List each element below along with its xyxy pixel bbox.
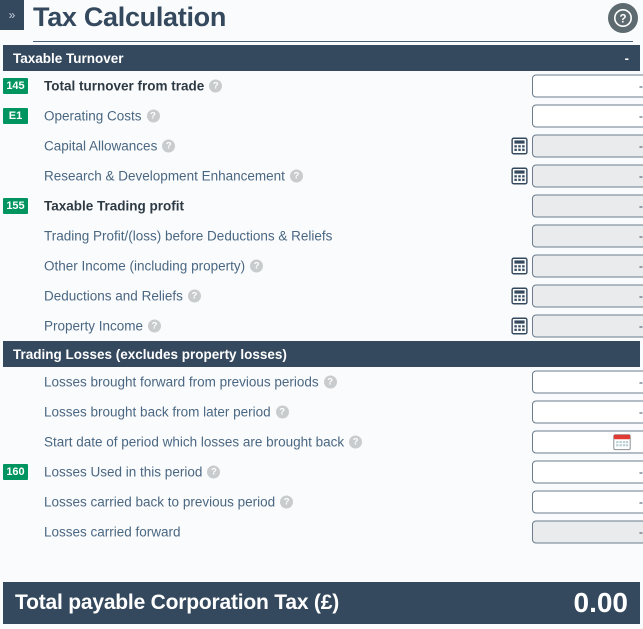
row-label-text: Capital Allowances	[44, 138, 158, 154]
amount-input[interactable]	[532, 370, 643, 394]
section-title: Taxable Turnover	[13, 50, 124, 66]
amount-input	[532, 164, 643, 188]
amount-input	[532, 134, 643, 158]
field-help-icon[interactable]: ?	[207, 465, 221, 479]
form-row: Losses carried back to previous period?	[0, 487, 643, 517]
amount-input	[532, 520, 643, 544]
amount-input	[532, 194, 643, 218]
calculator-icon[interactable]	[511, 257, 528, 275]
row-label-text: Losses Used in this period	[44, 464, 203, 480]
form-row: E1 Operating Costs?	[0, 101, 643, 131]
form-row: 155 Taxable Trading profit	[0, 191, 643, 221]
field-help-icon[interactable]: ?	[275, 405, 289, 419]
field-help-icon[interactable]: ?	[250, 259, 264, 273]
form-row: 160 Losses Used in this period?	[0, 457, 643, 487]
field-help-icon[interactable]: ?	[349, 435, 363, 449]
row-label: Capital Allowances?	[44, 138, 176, 154]
total-bar: Total payable Corporation Tax (£) 0.00	[3, 582, 640, 624]
amount-input[interactable]	[532, 460, 643, 484]
form-row: Research & Development Enhancement?	[0, 161, 643, 191]
field-help-icon[interactable]: ?	[187, 289, 201, 303]
form-row: Trading Profit/(loss) before Deductions …	[0, 221, 643, 251]
row-label-text: Losses carried back to previous period	[44, 494, 276, 510]
row-label-text: Taxable Trading profit	[44, 198, 185, 214]
row-label: Deductions and Reliefs?	[44, 289, 201, 304]
form-sections: Taxable Turnover - 145 Total turnover from …	[0, 45, 643, 547]
row-label: Trading Profit/(loss) before Deductions …	[44, 229, 332, 244]
field-help-icon[interactable]: ?	[148, 319, 162, 333]
amount-input	[532, 284, 643, 308]
row-label-text: Losses brought forward from previous per…	[44, 374, 319, 390]
row-label: Operating Costs?	[44, 109, 160, 124]
box-number-badge: 155	[3, 198, 28, 214]
title-divider	[33, 41, 633, 42]
amount-input[interactable]	[532, 74, 643, 98]
form-row: Losses brought forward from previous per…	[0, 367, 643, 397]
section-collapse-toggle[interactable]: -	[625, 51, 629, 66]
sidebar-expand-button[interactable]: »	[0, 0, 24, 30]
tax-calculation-page: » Tax Calculation ? Taxable Turnover - 145…	[0, 0, 643, 629]
amount-input[interactable]	[532, 400, 643, 424]
total-value: 0.00	[573, 587, 629, 618]
row-label-text: Total turnover from trade	[44, 78, 205, 94]
svg-text:?: ?	[619, 13, 626, 25]
section-header[interactable]: Taxable Turnover -	[3, 45, 640, 71]
form-row: Deductions and Reliefs?	[0, 281, 643, 311]
calendar-icon[interactable]	[613, 433, 631, 451]
calculator-icon[interactable]	[511, 137, 528, 155]
row-label-text: Losses brought back from later period	[44, 404, 271, 420]
section-rows: Losses brought forward from previous per…	[0, 367, 643, 547]
row-label: Start date of period which losses are br…	[44, 434, 363, 450]
amount-input	[532, 224, 643, 248]
field-help-icon[interactable]: ?	[289, 169, 303, 183]
form-row: 145 Total turnover from trade?	[0, 71, 643, 101]
form-row: Property Income?	[0, 311, 643, 341]
box-number-badge: 145	[3, 78, 28, 94]
amount-input	[532, 254, 643, 278]
row-label-text: Research & Development Enhancement	[44, 168, 285, 184]
field-help-icon[interactable]: ?	[323, 375, 337, 389]
calculator-icon[interactable]	[511, 317, 528, 335]
row-label-text: Losses carried forward	[44, 524, 181, 540]
row-label: Research & Development Enhancement?	[44, 169, 303, 184]
row-label: Property Income?	[44, 318, 162, 334]
form-row: Other Income (including property)?	[0, 251, 643, 281]
field-help-icon[interactable]: ?	[162, 139, 176, 153]
form-row: Losses brought back from later period?	[0, 397, 643, 427]
page-topbar: » Tax Calculation ?	[0, 0, 643, 45]
total-label: Total payable Corporation Tax (£)	[15, 591, 339, 614]
row-label-text: Start date of period which losses are br…	[44, 434, 345, 450]
row-label-text: Other Income (including property)	[44, 258, 246, 274]
box-number-badge: 160	[3, 464, 28, 480]
row-label-text: Property Income	[44, 318, 144, 334]
help-icon[interactable]: ?	[608, 3, 638, 33]
amount-input	[532, 314, 643, 338]
row-label-text: Trading Profit/(loss) before Deductions …	[44, 228, 333, 244]
calculator-icon[interactable]	[511, 287, 528, 305]
row-label: Losses carried back to previous period?	[44, 494, 294, 510]
section-rows: 145 Total turnover from trade? E1 Operating…	[0, 71, 643, 341]
calculator-icon[interactable]	[511, 167, 528, 185]
row-label: Losses Used in this period?	[44, 464, 221, 480]
field-help-icon[interactable]: ?	[209, 79, 223, 93]
row-label: Total turnover from trade?	[44, 78, 223, 94]
row-label: Losses brought forward from previous per…	[44, 375, 337, 390]
field-help-icon[interactable]: ?	[280, 495, 294, 509]
field-help-icon[interactable]: ?	[146, 109, 160, 123]
section-header[interactable]: Trading Losses (excludes property losses…	[3, 341, 640, 367]
row-label: Other Income (including property)?	[44, 258, 264, 274]
form-row: Capital Allowances?	[0, 131, 643, 161]
form-row: Start date of period which losses are br…	[0, 427, 643, 457]
box-number-badge: E1	[3, 108, 28, 124]
row-label-text: Operating Costs	[44, 108, 142, 124]
amount-input[interactable]	[532, 104, 643, 128]
row-label-text: Deductions and Reliefs	[44, 288, 183, 304]
amount-input[interactable]	[532, 490, 643, 514]
form-row: Losses carried forward	[0, 517, 643, 547]
row-label: Taxable Trading profit	[44, 199, 184, 214]
row-label: Losses brought back from later period?	[44, 405, 289, 420]
page-title: Tax Calculation	[33, 2, 227, 32]
section-title: Trading Losses (excludes property losses…	[13, 346, 287, 362]
row-label: Losses carried forward	[44, 525, 181, 540]
